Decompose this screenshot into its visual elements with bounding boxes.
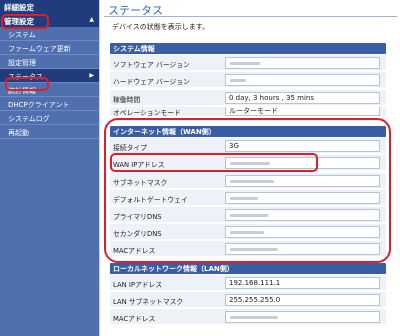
- row-label: 稼働時間: [113, 96, 141, 104]
- page-description: デバイスの状態を表示します。: [112, 23, 210, 31]
- sidebar-item-settings-management[interactable]: 設定管理: [0, 55, 99, 69]
- collapse-icon: ▲: [89, 16, 94, 23]
- operation-mode-value: ルーターモード: [225, 107, 380, 116]
- row-label: ソフトウェア バージョン: [113, 61, 190, 69]
- info-row: ソフトウェア バージョン: [110, 55, 386, 71]
- info-row: 稼働時間 0 day, 3 hours , 35 mins: [110, 90, 386, 106]
- section-header-lan-info: ローカルネットワーク情報（LAN側）: [110, 263, 386, 274]
- sidebar-item-dhcp-client[interactable]: DHCPクライアント: [0, 97, 99, 111]
- sidebar-item-label: ファームウェア更新: [8, 45, 71, 53]
- row-label: LAN サブネットマスク: [113, 298, 184, 306]
- section-header-system-info: システム情報: [110, 43, 386, 54]
- sidebar-item-label: DHCPクライアント: [8, 101, 70, 109]
- arrow-right-icon: ▶: [89, 72, 94, 79]
- sidebar-item-label: システム: [8, 31, 36, 39]
- sidebar-header: 詳細設定: [0, 0, 99, 13]
- info-row: MACアドレス: [110, 309, 386, 325]
- highlight-status-item: [5, 77, 49, 91]
- lan-mac-value: [225, 311, 380, 323]
- highlight-wan-ip-row: [110, 153, 318, 172]
- sidebar-item-reboot[interactable]: 再起動: [0, 125, 99, 139]
- row-label: オペレーションモード: [113, 109, 181, 117]
- sidebar-item-system[interactable]: システム: [0, 27, 99, 41]
- software-version-value: [225, 57, 380, 69]
- info-row: オペレーションモード ルーターモード: [110, 107, 386, 117]
- info-row: LAN サブネットマスク 255.255.255.0: [110, 292, 386, 308]
- uptime-value: 0 day, 3 hours , 35 mins: [225, 92, 380, 104]
- sidebar: 詳細設定 管理設定 ▲ システム ファームウェア更新 設定管理 ステータス ▶ …: [0, 0, 99, 336]
- lan-subnet-mask-value: 255.255.255.0: [225, 294, 380, 306]
- hardware-version-value: [225, 74, 380, 86]
- row-label: ハードウェア バージョン: [113, 78, 190, 86]
- title-divider: [104, 16, 397, 17]
- sidebar-item-firmware-update[interactable]: ファームウェア更新: [0, 41, 99, 55]
- sidebar-item-system-log[interactable]: システムログ: [0, 111, 99, 125]
- row-label: MACアドレス: [113, 315, 156, 323]
- row-label: LAN IPアドレス: [113, 281, 163, 289]
- highlight-internet-section: [104, 118, 391, 263]
- lan-ip-value: 192.168.111.1: [225, 277, 380, 289]
- sidebar-item-label: 設定管理: [8, 59, 36, 67]
- info-row: ハードウェア バージョン: [110, 72, 386, 88]
- info-row: LAN IPアドレス 192.168.111.1: [110, 275, 386, 291]
- sidebar-item-label: システムログ: [8, 115, 50, 123]
- highlight-admin-settings: [1, 14, 49, 29]
- sidebar-item-label: 再起動: [8, 129, 29, 137]
